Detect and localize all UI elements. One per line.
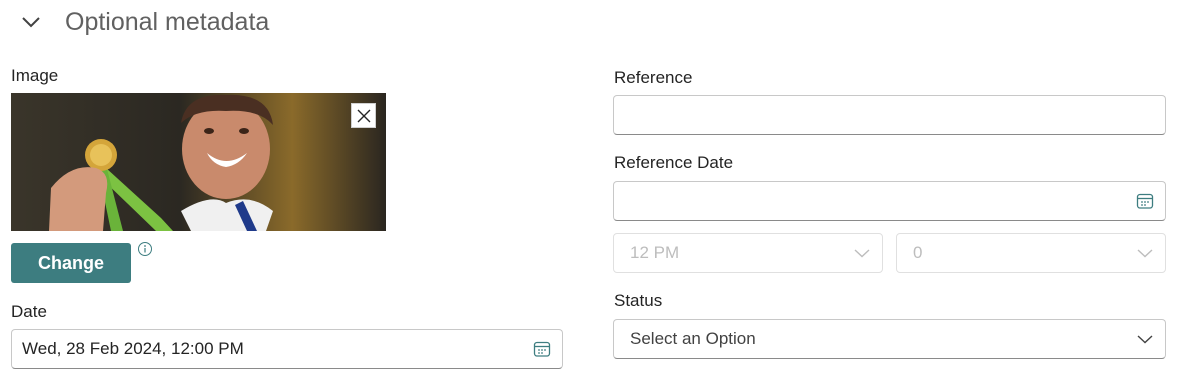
reference-label: Reference — [614, 68, 693, 87]
image-preview — [11, 93, 386, 231]
reference-minute-value: 0 — [913, 243, 923, 262]
image-label: Image — [11, 66, 59, 85]
date-field[interactable]: Wed, 28 Feb 2024, 12:00 PM — [11, 329, 563, 369]
reference-date-field[interactable] — [613, 181, 1166, 221]
chevron-down-icon — [842, 234, 882, 272]
chevron-down-icon[interactable] — [1125, 320, 1165, 358]
remove-image-button[interactable] — [351, 103, 376, 128]
section-title: Optional metadata — [65, 7, 270, 36]
close-icon — [357, 109, 370, 122]
status-select[interactable]: Select an Option — [613, 319, 1166, 359]
section-header[interactable]: Optional metadata — [18, 2, 269, 42]
change-image-button[interactable]: Change — [11, 243, 131, 283]
reference-hour-value: 12 PM — [630, 243, 680, 262]
chevron-down-icon[interactable] — [18, 9, 44, 35]
reference-input[interactable] — [613, 95, 1166, 135]
calendar-icon[interactable] — [522, 330, 562, 368]
reference-hour-select: 12 PM — [613, 233, 883, 273]
status-label: Status — [614, 291, 663, 310]
chevron-down-icon — [1125, 234, 1165, 272]
reference-date-label: Reference Date — [614, 153, 734, 172]
calendar-icon[interactable] — [1125, 182, 1165, 220]
reference-minute-select: 0 — [896, 233, 1166, 273]
status-placeholder: Select an Option — [630, 329, 756, 348]
info-icon[interactable] — [137, 241, 153, 257]
date-value: Wed, 28 Feb 2024, 12:00 PM — [22, 339, 244, 358]
date-label: Date — [11, 302, 47, 321]
